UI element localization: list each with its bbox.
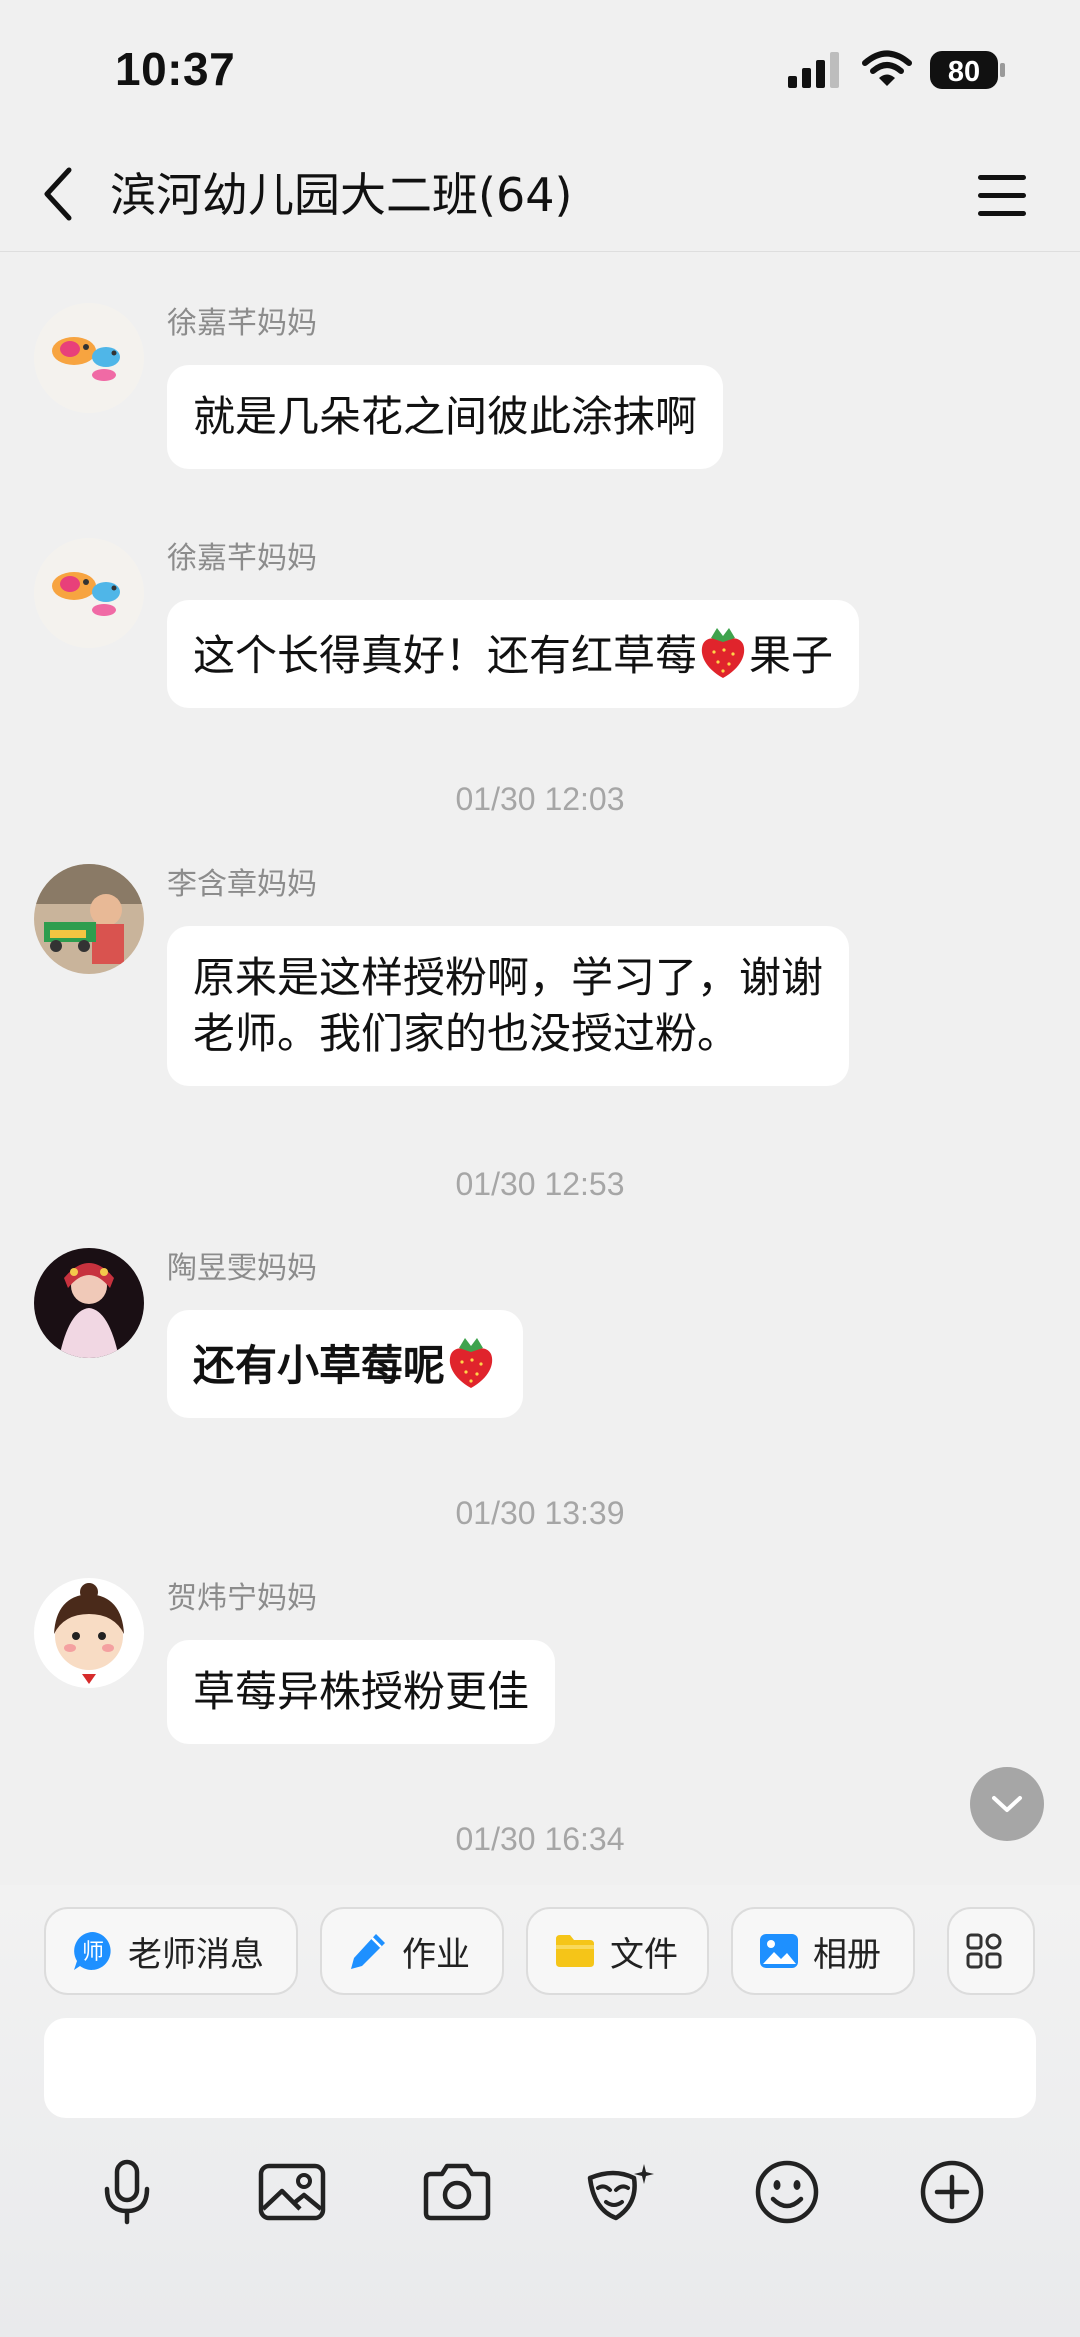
chevron-left-icon (44, 167, 72, 221)
voice-button[interactable] (82, 2147, 172, 2237)
chat-title: 滨河幼儿园大二班(64) (110, 168, 573, 222)
more-button[interactable] (907, 2147, 997, 2237)
message-bubble[interactable]: 就是几朵花之间彼此涂抹啊 (167, 365, 724, 469)
message-text: 还有小草莓呢 (193, 1341, 446, 1390)
cellular-signal-icon (788, 52, 839, 88)
wifi-icon (862, 50, 912, 86)
timestamp: 01/30 13:39 (455, 1495, 625, 1531)
mask-icon (587, 2164, 654, 2221)
timestamp: 01/30 12:03 (455, 781, 625, 817)
avatar[interactable] (34, 1578, 144, 1688)
message-text-line: 老师。我们家的也没授过粉。 (193, 1009, 740, 1058)
folder-icon (556, 1935, 594, 1967)
sender-name: 贺炜宁妈妈 (167, 1581, 317, 1616)
message-input[interactable] (44, 2018, 1036, 2118)
chip-label: 作业 (402, 1934, 470, 1975)
image-button[interactable] (247, 2147, 337, 2237)
more-apps-button[interactable] (947, 1907, 1035, 1995)
status-bar: 10:37 80 (0, 0, 1080, 140)
message-bubble[interactable]: 还有小草莓呢 (167, 1310, 524, 1418)
pencil-icon (351, 1934, 385, 1969)
chat-header: 滨河幼儿园大二班(64) (0, 140, 1080, 252)
back-button[interactable] (28, 154, 88, 234)
avatar[interactable] (34, 538, 144, 648)
message-list[interactable]: 徐嘉芊妈妈 就是几朵花之间彼此涂抹啊 徐嘉芊妈妈 这个长得真好！还有红草莓 果子 (0, 253, 1080, 1885)
message-text-line: 原来是这样授粉啊，学习了，谢谢 (193, 953, 824, 1002)
photo-album-button[interactable]: 相册 (731, 1907, 915, 1995)
input-toolbar (0, 2147, 1080, 2257)
effects-button[interactable] (575, 2147, 665, 2237)
strawberry-emoji-icon (701, 628, 745, 678)
chip-label: 相册 (813, 1934, 881, 1975)
timestamp: 01/30 12:53 (455, 1166, 625, 1202)
status-time: 10:37 (115, 43, 236, 95)
camera-button[interactable] (412, 2147, 502, 2237)
plus-icon (920, 2160, 984, 2224)
strawberry-emoji-icon (449, 1338, 493, 1388)
grid-icon (966, 1933, 1002, 1969)
sender-name: 徐嘉芊妈妈 (167, 306, 317, 341)
battery-icon: 80 (930, 51, 1005, 89)
message-text: 这个长得真好！还有红草莓 (193, 631, 698, 680)
photo-album-icon (760, 1934, 798, 1968)
sender-name: 徐嘉芊妈妈 (167, 541, 317, 576)
image-icon (258, 2163, 326, 2221)
avatar[interactable] (34, 864, 144, 974)
files-button[interactable]: 文件 (526, 1907, 709, 1995)
timestamp: 01/30 16:34 (455, 1821, 625, 1857)
chip-label: 老师消息 (128, 1934, 264, 1975)
message-bubble[interactable]: 这个长得真好！还有红草莓 果子 (167, 600, 860, 708)
svg-text:师: 师 (82, 1940, 104, 1965)
chevron-down-icon (992, 1796, 1022, 1812)
input-panel: 师 老师消息 作业 文件 相册 (0, 1885, 1080, 2337)
svg-text:80: 80 (948, 56, 980, 88)
quick-action-bar: 师 老师消息 作业 文件 相册 (0, 1907, 1080, 1997)
message-bubble[interactable]: 原来是这样授粉啊，学习了，谢谢 老师。我们家的也没授过粉。 (167, 926, 850, 1086)
menu-icon[interactable] (968, 162, 1036, 230)
message-bubble[interactable]: 草莓异株授粉更佳 (167, 1640, 556, 1744)
camera-icon (423, 2163, 491, 2221)
sender-name: 李含章妈妈 (167, 867, 317, 902)
sender-name: 陶昱雯妈妈 (167, 1251, 317, 1286)
emoji-icon (755, 2160, 819, 2224)
avatar[interactable] (34, 1248, 144, 1358)
teacher-message-icon: 师 (74, 1932, 111, 1970)
message-text: 果子 (749, 631, 834, 680)
homework-button[interactable]: 作业 (320, 1907, 504, 1995)
message-text: 草莓异株授粉更佳 (193, 1667, 530, 1716)
chip-label: 文件 (610, 1934, 678, 1975)
emoji-button[interactable] (742, 2147, 832, 2237)
message-text: 就是几朵花之间彼此涂抹啊 (193, 392, 698, 441)
scroll-to-bottom-button[interactable] (970, 1767, 1044, 1841)
avatar[interactable] (34, 303, 144, 413)
teacher-message-button[interactable]: 师 老师消息 (44, 1907, 298, 1995)
microphone-icon (104, 2159, 150, 2225)
